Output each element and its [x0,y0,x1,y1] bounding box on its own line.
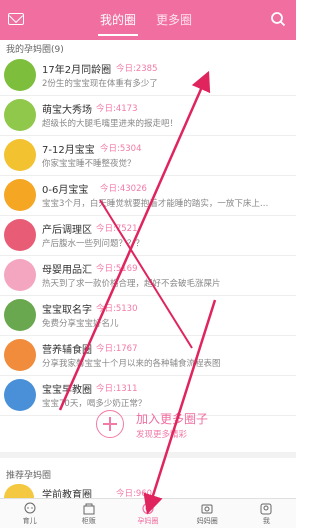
circle-list: 17年2月同龄圈 今日:2385 2份生的宝宝现在体重有多少了 萌宝大秀场 今日… [0,56,296,416]
nav-me[interactable]: 我 [237,499,296,528]
circle-today-count: 今日:1311 [96,384,138,394]
add-more-subtitle: 发现更多精彩 [136,430,188,440]
circle-desc: 热天到了求一款价格合理，超好不会破毛涨屎片 [42,279,221,289]
circle-name: 萌宝大秀场 [42,105,92,116]
circle-desc: 2份生的宝宝现在体重有多少了 [42,79,158,89]
circle-today-count: 今日:5130 [96,304,138,314]
food-bowl-avatar-icon [4,339,36,371]
circle-desc: 超级长的大腿毛嘴里进来的报走吧！ [42,119,179,129]
recommended-title: 推荐孕妈圈 [6,471,52,481]
stroller-avatar-icon [4,259,36,291]
bottom-nav: 育儿 柜贩 孕妈圈 妈妈圈 我 [0,498,296,528]
circle-today-count: 今日:4173 [96,104,138,114]
circle-item[interactable]: 母婴用品汇 今日:5169 热天到了求一款价格合理，超好不会破毛涨屎片 [0,256,296,296]
circle-name: 母婴用品汇 [42,265,92,276]
mother-avatar-icon [4,219,36,251]
baby-icon [24,502,36,514]
search-icon[interactable] [270,11,286,27]
baby-face-avatar-icon [4,99,36,131]
nav-label: 柜贩 [81,517,96,525]
top-bar: 我的圈 更多圈 [0,0,296,40]
circle-desc: 免费分享宝宝好名儿 [42,319,119,329]
circle-today-count: 今日:7521 [96,224,138,234]
circle-item[interactable]: 17年2月同龄圈 今日:2385 2份生的宝宝现在体重有多少了 [0,56,296,96]
circle-name: 宝宝取名字 [42,305,92,316]
recommended-item[interactable]: 学前教育圈 今日:960 [0,484,296,501]
circle-today-count: 今日:2385 [116,64,158,74]
preschool-avatar-icon [4,484,34,498]
my-circles-title: 我的孕妈圈(9) [6,45,64,55]
nav-label: 孕妈圈 [137,517,159,525]
add-more-title[interactable]: 加入更多圈子 [136,410,208,427]
nav-label: 妈妈圈 [196,517,218,525]
sleeping-baby-avatar-icon [4,179,36,211]
camera-icon [201,504,213,514]
circle-desc: 产后腹水一些列问题？？？ [42,239,145,249]
circle-item[interactable]: 产后调理区 今日:7521 产后腹水一些列问题？？？ [0,216,296,256]
circle-icon [142,502,154,515]
circle-item[interactable]: 萌宝大秀场 今日:4173 超级长的大腿毛嘴里进来的报走吧！ [0,96,296,136]
circle-item[interactable]: 宝宝取名字 今日:5130 免费分享宝宝好名儿 [0,296,296,336]
nav-pregnancy-circle[interactable]: 孕妈圈 [118,499,177,528]
circle-item[interactable]: 7-12月宝宝 今日:5304 你家宝宝睡不睡整夜觉？ [0,136,296,176]
tab-my-circles[interactable]: 我的圈 [90,0,146,40]
nav-parenting[interactable]: 育儿 [0,499,59,528]
nav-label: 育儿 [22,517,37,525]
circle-desc: 分享我家馨宝宝十个月以来的各种辅食流程表图 [42,359,221,369]
add-more-circles-row[interactable]: 加入更多圈子 发现更多精彩 [0,398,296,458]
nav-label: 我 [262,517,270,525]
circle-today-count: 今日:1767 [96,344,138,354]
circle-desc: 宝宝3个月，白天睡觉就要抱着才能睡的踏实，一放下床上… [42,199,269,209]
person-icon [260,503,272,515]
nav-shop[interactable]: 柜贩 [59,499,118,528]
tab-bar: 我的圈 更多圈 [90,0,202,40]
tab-more-circles[interactable]: 更多圈 [146,0,202,40]
message-icon[interactable] [8,13,24,25]
shop-icon [83,503,95,515]
circle-name: 0-6月宝宝 [42,185,89,196]
baby-bottle-avatar-icon [4,139,36,171]
circle-name: 17年2月同龄圈 [42,65,112,76]
circle-today-count: 今日:5169 [96,264,138,274]
circle-today-count: 今日:5304 [100,144,142,154]
nav-mom-circle[interactable]: 妈妈圈 [178,499,237,528]
circle-name: 7-12月宝宝 [42,145,95,156]
plus-icon[interactable] [96,410,124,438]
circle-desc: 你家宝宝睡不睡整夜觉？ [42,159,136,169]
circle-name: 营养辅食圈 [42,345,92,356]
name-book-avatar-icon [4,299,36,331]
number-2-avatar-icon [4,59,36,91]
circle-name: 宝宝早教圈 [42,385,92,396]
circle-today-count: 今日:43026 [100,184,147,194]
circle-item[interactable]: 营养辅食圈 今日:1767 分享我家馨宝宝十个月以来的各种辅食流程表图 [0,336,296,376]
circle-name: 产后调理区 [42,225,92,236]
circle-item[interactable]: 0-6月宝宝 今日:43026 宝宝3个月，白天睡觉就要抱着才能睡的踏实，一放下… [0,176,296,216]
